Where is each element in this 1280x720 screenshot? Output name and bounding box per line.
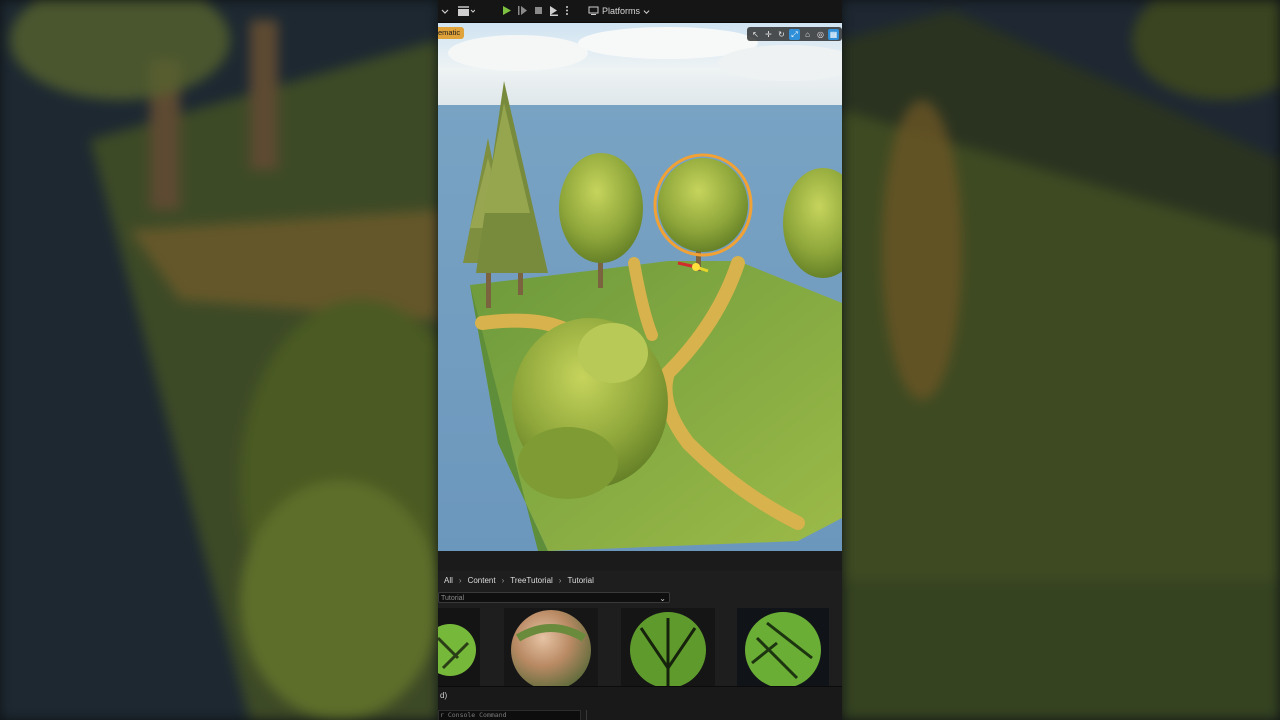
chevron-down-icon	[643, 9, 650, 14]
main-toolbar: Platforms	[438, 0, 842, 23]
chevron-right-icon: ›	[501, 575, 505, 585]
platforms-label: Platforms	[602, 6, 641, 16]
play-button[interactable]	[500, 3, 513, 18]
breadcrumb-content[interactable]: Content	[468, 576, 496, 585]
cinematic-viewport-tag[interactable]: ematic	[438, 27, 465, 39]
background-blur-right	[842, 0, 1280, 720]
status-bar: d) r Console Command	[438, 686, 842, 720]
breadcrumb: All › Content › TreeTutorial › Tutorial	[444, 573, 594, 587]
breadcrumb-tutorial[interactable]: Tutorial	[567, 576, 593, 585]
eject-button[interactable]	[547, 3, 560, 18]
camera-icon[interactable]: ⌂	[802, 29, 813, 40]
grid-icon[interactable]: ▦	[828, 28, 839, 40]
move-icon[interactable]: ✛	[763, 29, 774, 40]
platforms-icon	[588, 6, 599, 15]
background-blur-left	[0, 0, 438, 720]
advance-frame-button[interactable]	[516, 3, 529, 18]
play-options-menu-icon[interactable]	[563, 3, 571, 18]
asset-tile-leaf-texture-2[interactable]	[621, 608, 715, 686]
select-icon[interactable]: ↖	[750, 29, 761, 40]
filter-value: Tutorial	[441, 595, 465, 602]
asset-tile-leaf-texture-1[interactable]	[438, 608, 480, 686]
viewport-bottom-bar	[438, 551, 842, 571]
asset-tile-ground-material[interactable]	[504, 608, 598, 686]
asset-tile-leaf-texture-3[interactable]	[737, 608, 829, 686]
chevron-right-icon: ›	[558, 575, 562, 585]
breadcrumb-treetutorial[interactable]: TreeTutorial	[510, 576, 553, 585]
stop-button[interactable]	[532, 3, 545, 18]
mode-dropdown-chevron-icon[interactable]	[440, 3, 450, 18]
console-command-input[interactable]: r Console Command	[438, 710, 581, 720]
scale-icon[interactable]: ⤢	[789, 28, 800, 40]
unreal-editor-window: Platforms ematic ↖ ✛ ↻ ⤢ ⌂ ◎ ▦ All › Con…	[438, 0, 842, 720]
platforms-menu[interactable]: Platforms	[588, 3, 650, 19]
cinematics-clapper-icon[interactable]	[456, 3, 476, 18]
viewport-scene	[438, 23, 842, 551]
snap-icon[interactable]: ◎	[815, 29, 826, 40]
level-viewport[interactable]: ematic ↖ ✛ ↻ ⤢ ⌂ ◎ ▦	[438, 23, 842, 551]
breadcrumb-all[interactable]: All	[444, 576, 453, 585]
output-log-indicator[interactable]: d)	[440, 691, 447, 700]
chevron-down-icon: ⌄	[659, 594, 666, 603]
status-divider	[586, 710, 587, 720]
viewport-transform-toolbar: ↖ ✛ ↻ ⤢ ⌂ ◎ ▦	[747, 27, 842, 41]
content-filter-dropdown[interactable]: Tutorial ⌄	[438, 592, 670, 603]
chevron-right-icon: ›	[458, 575, 462, 585]
rotate-icon[interactable]: ↻	[776, 29, 787, 40]
content-browser: All › Content › TreeTutorial › Tutorial …	[438, 571, 842, 686]
